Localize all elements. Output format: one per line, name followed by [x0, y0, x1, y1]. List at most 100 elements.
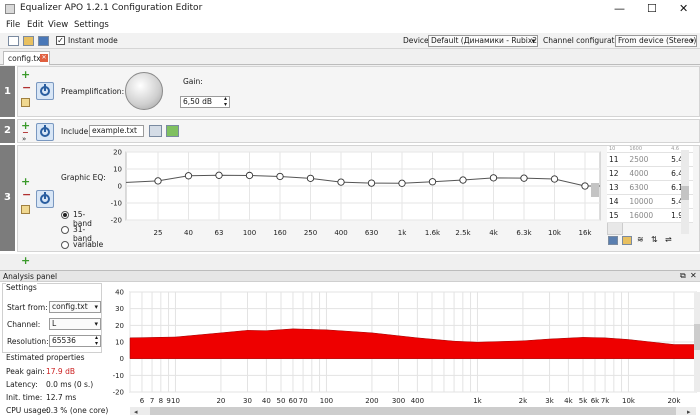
channel-config-select[interactable]: From device (Stereo) ▾	[615, 35, 697, 47]
chevron-down-icon: ▾	[94, 320, 98, 328]
remove-filter-icon[interactable]: −	[22, 81, 31, 94]
menu-edit[interactable]: Edit	[27, 20, 43, 30]
add-filter-icon[interactable]: +	[21, 68, 30, 81]
x-tick-label: 6	[140, 397, 145, 405]
table-cell[interactable]: 6300	[627, 180, 670, 195]
x-tick-label: 1k	[473, 397, 482, 405]
eq-point	[428, 178, 437, 186]
y-tick-label: 40	[115, 289, 124, 297]
open-arrow-icon[interactable]	[166, 125, 179, 137]
maximize-button[interactable]: ☐	[647, 2, 657, 15]
x-tick-label: 200	[365, 397, 378, 405]
y-tick-label: -10	[113, 372, 124, 380]
x-tick-label: 7k	[601, 397, 610, 405]
eq-point	[245, 171, 254, 180]
channel-select[interactable]: L ▾	[49, 318, 101, 330]
x-tick-label: 100	[320, 397, 333, 405]
gain-knob[interactable]	[125, 72, 163, 110]
gain-value: 6,50 dB	[183, 97, 212, 106]
wave-icon[interactable]: ≋	[637, 235, 644, 244]
minimize-button[interactable]: —	[614, 2, 625, 15]
device-select[interactable]: Default (Динамики - Rubix22) ▾	[428, 35, 538, 47]
new-file-icon[interactable]	[8, 36, 19, 46]
y-tick-label: 10	[113, 166, 122, 174]
y-tick-label: -20	[113, 389, 124, 397]
tab-config[interactable]: config.txt ✕	[3, 51, 50, 65]
latency-label: Latency:	[6, 380, 38, 389]
reset-icon[interactable]: ⇌	[665, 235, 672, 244]
frequency-response-chart[interactable]: 403020100-10-206 7 8 9 10 20 30 40 50 60 70 100 200 3…	[106, 284, 700, 417]
x-tick-label: 10k	[548, 229, 562, 237]
x-tick-label: 5k	[579, 397, 588, 405]
add-filter-icon[interactable]: +	[21, 175, 30, 188]
init-time-value: 12.7 ms	[46, 393, 77, 402]
x-tick-label: 2k	[519, 397, 528, 405]
table-cell[interactable]: 16000	[627, 208, 670, 223]
x-tick-label: 40	[184, 229, 193, 237]
resolution-spinbox[interactable]: 65536 ▴ ▾	[49, 335, 101, 347]
edit-icon[interactable]	[21, 205, 30, 214]
eq-point	[337, 178, 345, 186]
settings-group: Settings Start from: config.txt ▾ Channel…	[2, 283, 102, 353]
remove-filter-icon[interactable]: −	[22, 188, 31, 201]
graphic-eq-chart[interactable]: 20100-10-2025 40 63 100 160 250 400 630 1k 1.6k 2.…	[104, 149, 604, 241]
save-icon[interactable]	[608, 236, 618, 245]
settings-heading: Settings	[6, 283, 37, 292]
x-tick-label: 4k	[489, 229, 498, 237]
open-folder-icon[interactable]	[23, 36, 34, 46]
x-tick-label: 40	[262, 397, 271, 405]
close-panel-icon[interactable]: ✕	[690, 271, 697, 280]
close-tab-icon[interactable]: ✕	[40, 54, 48, 62]
table-cell[interactable]: 4000	[627, 166, 670, 181]
power-toggle[interactable]	[36, 190, 54, 208]
power-toggle[interactable]	[36, 123, 54, 141]
x-tick-label: 4k	[564, 397, 573, 405]
eq-point	[520, 174, 528, 182]
menu-view[interactable]: View	[48, 20, 68, 30]
gain-label: Gain:	[183, 77, 203, 86]
table-cell: 14	[607, 194, 628, 209]
gain-spinbox[interactable]: 6,50 dB ▴ ▾	[180, 96, 230, 108]
menu-settings[interactable]: Settings	[74, 20, 109, 30]
table-cell[interactable]: 2500	[627, 152, 670, 167]
toolbar: ✓ Instant mode Device: Default (Динамики…	[0, 33, 700, 49]
include-field[interactable]: example.txt	[89, 125, 144, 137]
eq-scrollbar-thumb	[591, 183, 599, 197]
add-filter-icon[interactable]: +	[21, 254, 30, 267]
power-toggle[interactable]	[36, 82, 54, 100]
eq-point	[550, 175, 559, 183]
channel-config-value: From device (Stereo)	[618, 36, 697, 45]
invert-icon[interactable]: ⇅	[651, 235, 658, 244]
folder-icon[interactable]	[622, 236, 632, 245]
x-tick-label: 20k	[667, 397, 681, 405]
edit-icon[interactable]	[21, 98, 30, 107]
table-cell: 11	[607, 152, 628, 167]
spin-arrows-icon[interactable]: ▴ ▾	[224, 96, 227, 108]
x-tick-label: 1.6k	[425, 229, 441, 237]
chevron-down-icon[interactable]: »	[22, 135, 26, 143]
eq-point	[154, 177, 162, 185]
start-from-select[interactable]: config.txt ▾	[49, 301, 101, 313]
menu-file[interactable]: File	[6, 20, 20, 30]
x-tick-label: 100	[243, 229, 256, 237]
table-cell: 12	[607, 166, 628, 181]
x-tick-label: 10k	[622, 397, 636, 405]
horizontal-scrollbar-thumb	[150, 407, 676, 415]
table-scrollbar[interactable]	[681, 150, 689, 234]
save-icon[interactable]	[38, 36, 49, 46]
x-tick-label: 400	[334, 229, 347, 237]
float-panel-icon[interactable]: ⧉	[680, 271, 686, 281]
x-tick-label: 10	[171, 397, 180, 405]
table-cell[interactable]: 10000	[627, 194, 670, 209]
x-tick-label: 630	[365, 229, 378, 237]
close-button[interactable]: ✕	[679, 2, 688, 15]
scroll-left-icon: ◂	[134, 408, 138, 416]
folder-icon[interactable]	[149, 125, 162, 137]
x-tick-label: 60	[289, 397, 298, 405]
filter-number: 3	[0, 145, 15, 251]
spin-arrows-icon[interactable]: ▴ ▾	[95, 335, 98, 347]
y-tick-label: 30	[115, 305, 124, 313]
instant-mode-checkbox[interactable]: ✓	[56, 36, 65, 45]
channel-value: L	[52, 319, 57, 328]
radio-unselected	[61, 241, 69, 249]
